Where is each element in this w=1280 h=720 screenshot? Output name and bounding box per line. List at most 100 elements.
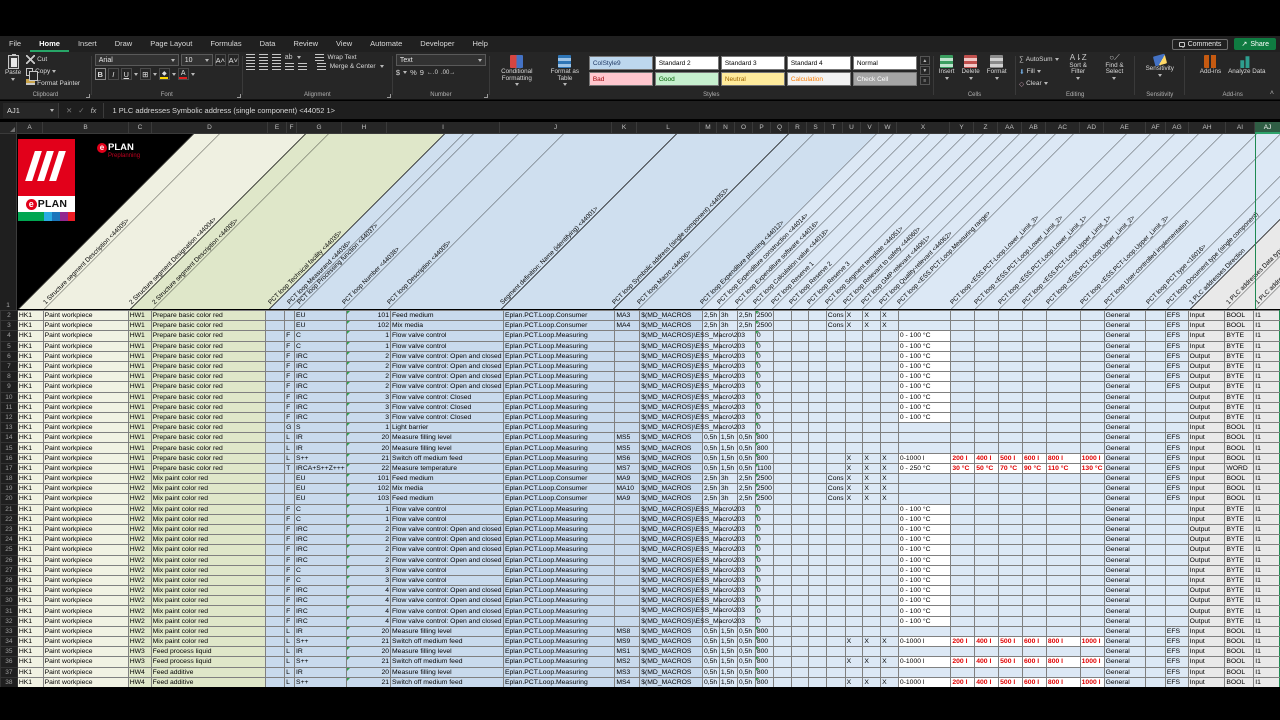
- cell-processing-function[interactable]: C: [295, 514, 347, 524]
- cell-structure2-desc[interactable]: Feed process liquid: [151, 657, 266, 667]
- cell-relevant-safety[interactable]: X: [845, 484, 863, 494]
- cell-measurand[interactable]: F: [285, 616, 295, 626]
- cell-expenditure-software[interactable]: 0,5h: [737, 463, 755, 473]
- cell-number[interactable]: 2: [346, 351, 390, 361]
- cell-reserve1[interactable]: [773, 382, 791, 392]
- cell-number[interactable]: 20: [346, 647, 390, 657]
- cell-structure2-desc[interactable]: Mix paint color red: [151, 514, 266, 524]
- formula-content[interactable]: 1 PLC addresses Symbolic address (single…: [112, 106, 335, 115]
- cell-measurand[interactable]: F: [285, 586, 295, 596]
- cell-pct-type[interactable]: [1146, 402, 1166, 412]
- cell-reserve1[interactable]: [773, 402, 791, 412]
- cell-structure1[interactable]: HK1: [17, 321, 43, 331]
- cell-macro[interactable]: $(MD_MACROS)\ESS_Macro\203: [640, 575, 703, 585]
- cell-segment-template[interactable]: [826, 341, 845, 351]
- cell-reserve3[interactable]: [809, 463, 827, 473]
- cell-plc-symbolic-address[interactable]: I1: [1254, 637, 1280, 647]
- cell-expenditure-planning[interactable]: 2,5h: [702, 484, 719, 494]
- cell-limit-5[interactable]: 800 l: [1046, 677, 1080, 687]
- cell-processing-function[interactable]: IRC: [295, 586, 347, 596]
- cell-relevant-safety[interactable]: [845, 504, 863, 514]
- cell-number[interactable]: 2: [346, 535, 390, 545]
- cell-calculation-value[interactable]: 0: [755, 423, 773, 433]
- cell-limit-3[interactable]: [999, 361, 1023, 371]
- cell-plc-data-type[interactable]: BYTE: [1225, 575, 1254, 585]
- cell-structure1[interactable]: HK1: [17, 535, 43, 545]
- row-header-11[interactable]: 11: [1, 402, 18, 412]
- cell-segment-template[interactable]: [826, 606, 845, 616]
- cell-limit-6[interactable]: [1080, 311, 1104, 321]
- cell-measurand[interactable]: L: [285, 667, 295, 677]
- cell-reserve1[interactable]: [773, 535, 791, 545]
- cell-pct-type[interactable]: [1146, 453, 1166, 463]
- cell-technical-facility[interactable]: [266, 586, 285, 596]
- cell-segment-definition[interactable]: Eplan.PCT.Loop.Measuring: [503, 524, 614, 534]
- cell-symbolic-address[interactable]: MS1: [615, 647, 640, 657]
- cell-limit-5[interactable]: 800 l: [1046, 657, 1080, 667]
- cell-quality-relevant[interactable]: X: [881, 657, 899, 667]
- cell-pct-type[interactable]: [1146, 474, 1166, 484]
- cell-expenditure-planning[interactable]: 0,5h: [702, 626, 719, 636]
- column-header-AI[interactable]: AI: [1226, 122, 1255, 134]
- increase-decimal-button[interactable]: ←.0: [427, 70, 438, 76]
- cell-structure1-desc[interactable]: Paint workpiece: [43, 412, 128, 422]
- row-header-26[interactable]: 26: [1, 555, 18, 565]
- cell-quality-relevant[interactable]: [881, 535, 899, 545]
- cell-technical-facility[interactable]: [266, 392, 285, 402]
- cell-reserve1[interactable]: [773, 311, 791, 321]
- cell-calculation-value[interactable]: 800: [755, 443, 773, 453]
- cell-user-controlled[interactable]: General: [1104, 616, 1146, 626]
- cell-processing-function[interactable]: EU: [295, 494, 347, 504]
- cell-limit-1[interactable]: [951, 423, 975, 433]
- cell-reserve3[interactable]: [809, 484, 827, 494]
- column-header-D[interactable]: D: [152, 122, 268, 134]
- cell-limit-6[interactable]: [1080, 494, 1104, 504]
- cell-limit-4[interactable]: [1023, 433, 1047, 443]
- cell-document-type[interactable]: [1165, 596, 1188, 606]
- tab-help[interactable]: Help: [463, 37, 496, 52]
- cell-structure1-desc[interactable]: Paint workpiece: [43, 321, 128, 331]
- cell-measuring-range[interactable]: 0 - 100 °C: [898, 616, 951, 626]
- row-header-3[interactable]: 3: [1, 321, 18, 331]
- cell-limit-4[interactable]: [1023, 555, 1047, 565]
- cell-technical-facility[interactable]: [266, 616, 285, 626]
- cell-reserve3[interactable]: [809, 535, 827, 545]
- cell-quality-relevant[interactable]: [881, 647, 899, 657]
- cell-structure2[interactable]: HW1: [128, 331, 151, 341]
- row-header-22[interactable]: 22: [1, 514, 18, 524]
- cell-limit-3[interactable]: [999, 514, 1023, 524]
- cell-measuring-range[interactable]: 0 - 100 °C: [898, 382, 951, 392]
- cell-reserve2[interactable]: [791, 494, 809, 504]
- cell-relevant-safety[interactable]: [845, 524, 863, 534]
- cell-gmp-relevant[interactable]: X: [863, 474, 881, 484]
- cell-segment-template[interactable]: [826, 412, 845, 422]
- cell-structure2[interactable]: HW1: [128, 402, 151, 412]
- cell-number[interactable]: 2: [346, 372, 390, 382]
- cell-reserve2[interactable]: [791, 667, 809, 677]
- cell-quality-relevant[interactable]: [881, 606, 899, 616]
- cell-structure1-desc[interactable]: Paint workpiece: [43, 596, 128, 606]
- cell-limit-3[interactable]: [999, 351, 1023, 361]
- cell-limit-6[interactable]: [1080, 535, 1104, 545]
- cell-measurand[interactable]: F: [285, 514, 295, 524]
- cell-structure1-desc[interactable]: Paint workpiece: [43, 626, 128, 636]
- cell-structure2[interactable]: HW2: [128, 555, 151, 565]
- cell-measurand[interactable]: [285, 321, 295, 331]
- cell-limit-6[interactable]: [1080, 331, 1104, 341]
- cell-number[interactable]: 21: [346, 637, 390, 647]
- cell-macro[interactable]: $(MD_MACROS)\ESS_Macro\203: [640, 565, 703, 575]
- cell-limit-1[interactable]: [951, 626, 975, 636]
- cell-limit-2[interactable]: 400 l: [975, 677, 999, 687]
- cell-limit-3[interactable]: [999, 586, 1023, 596]
- cell-symbolic-address[interactable]: MA9: [615, 474, 640, 484]
- cell-symbolic-address[interactable]: [615, 331, 640, 341]
- cell-description[interactable]: Switch off medium feed: [391, 453, 504, 463]
- cell-segment-template[interactable]: [826, 443, 845, 453]
- column-header-AH[interactable]: AH: [1189, 122, 1226, 134]
- cell-limit-2[interactable]: [975, 311, 999, 321]
- cell-description[interactable]: Flow valve control: Closed: [391, 412, 504, 422]
- cell-limit-4[interactable]: 600 l: [1023, 453, 1047, 463]
- cell-reserve2[interactable]: [791, 606, 809, 616]
- cell-symbolic-address[interactable]: [615, 535, 640, 545]
- cell-limit-5[interactable]: [1046, 423, 1080, 433]
